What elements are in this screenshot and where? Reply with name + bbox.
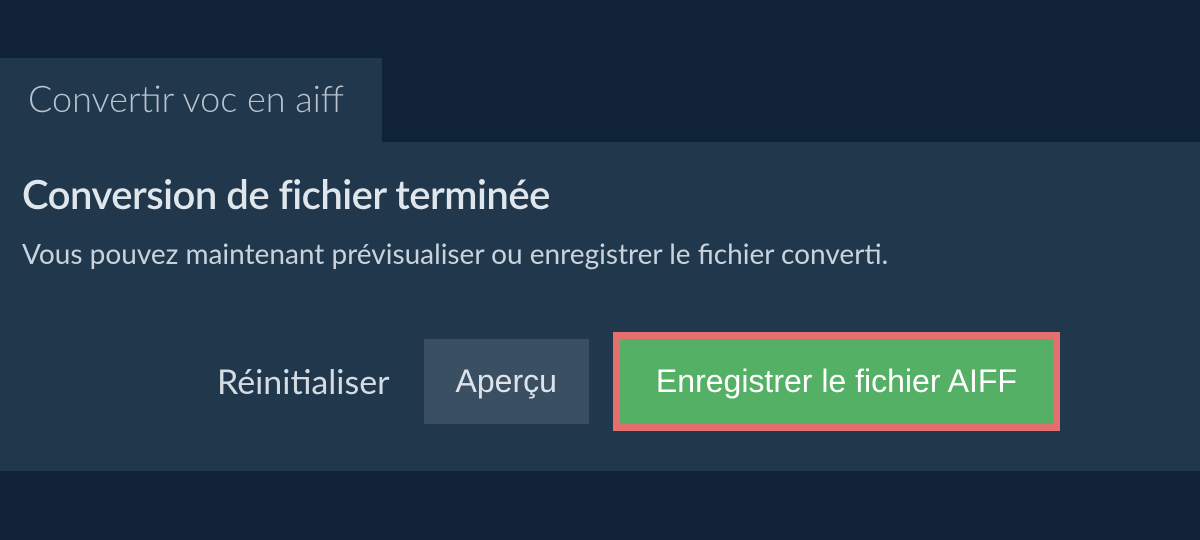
save-button[interactable]: Enregistrer le fichier AIFF bbox=[620, 339, 1053, 424]
converter-page: Convertir voc en aiff Conversion de fich… bbox=[0, 0, 1200, 471]
reset-link[interactable]: Réinitialiser bbox=[217, 361, 400, 402]
conversion-panel: Conversion de fichier terminée Vous pouv… bbox=[0, 142, 1200, 471]
tab-bar: Convertir voc en aiff bbox=[0, 58, 1200, 142]
tab-label: Convertir voc en aiff bbox=[28, 76, 344, 120]
panel-description: Vous pouvez maintenant prévisualiser ou … bbox=[22, 236, 1178, 270]
save-button-highlight: Enregistrer le fichier AIFF bbox=[613, 332, 1060, 431]
tab-convert[interactable]: Convertir voc en aiff bbox=[0, 58, 382, 142]
panel-title: Conversion de fichier terminée bbox=[22, 170, 1178, 218]
preview-button[interactable]: Aperçu bbox=[424, 339, 589, 424]
action-row: Réinitialiser Aperçu Enregistrer le fich… bbox=[22, 332, 1178, 431]
